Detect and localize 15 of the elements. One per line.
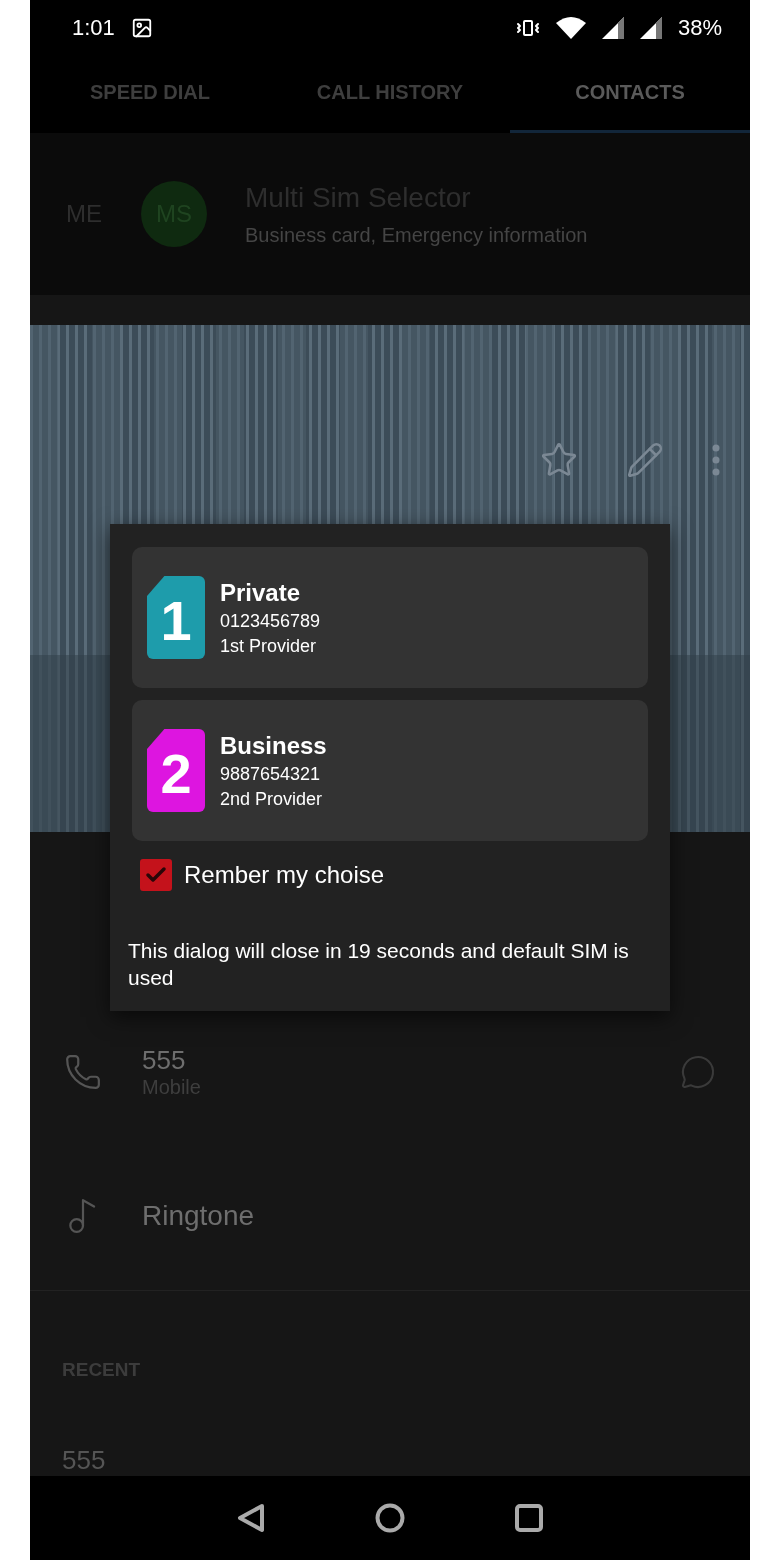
sim-number: 0123456789	[220, 610, 321, 632]
sim-number: 9887654321	[220, 763, 322, 785]
battery-level: 38%	[677, 14, 722, 41]
sim-badge: 2	[147, 729, 205, 812]
clock-time: 1:01	[72, 14, 115, 41]
sim-provider: 1st Provider	[220, 635, 318, 657]
detail-value: Ringtone	[142, 1200, 256, 1233]
sim-provider: 2nd Provider	[220, 788, 324, 810]
checkbox-label: Rember my choise	[184, 861, 385, 889]
profile-subtitle: Business card, Emergency information	[245, 223, 588, 247]
sim-name: Private	[220, 578, 302, 607]
sim-name: Business	[220, 731, 327, 760]
countdown-message: This dialog will close in 19 seconds and default SIM is used	[128, 938, 630, 991]
sim-badge: 1	[147, 576, 205, 659]
detail-value: 555	[142, 1044, 187, 1076]
